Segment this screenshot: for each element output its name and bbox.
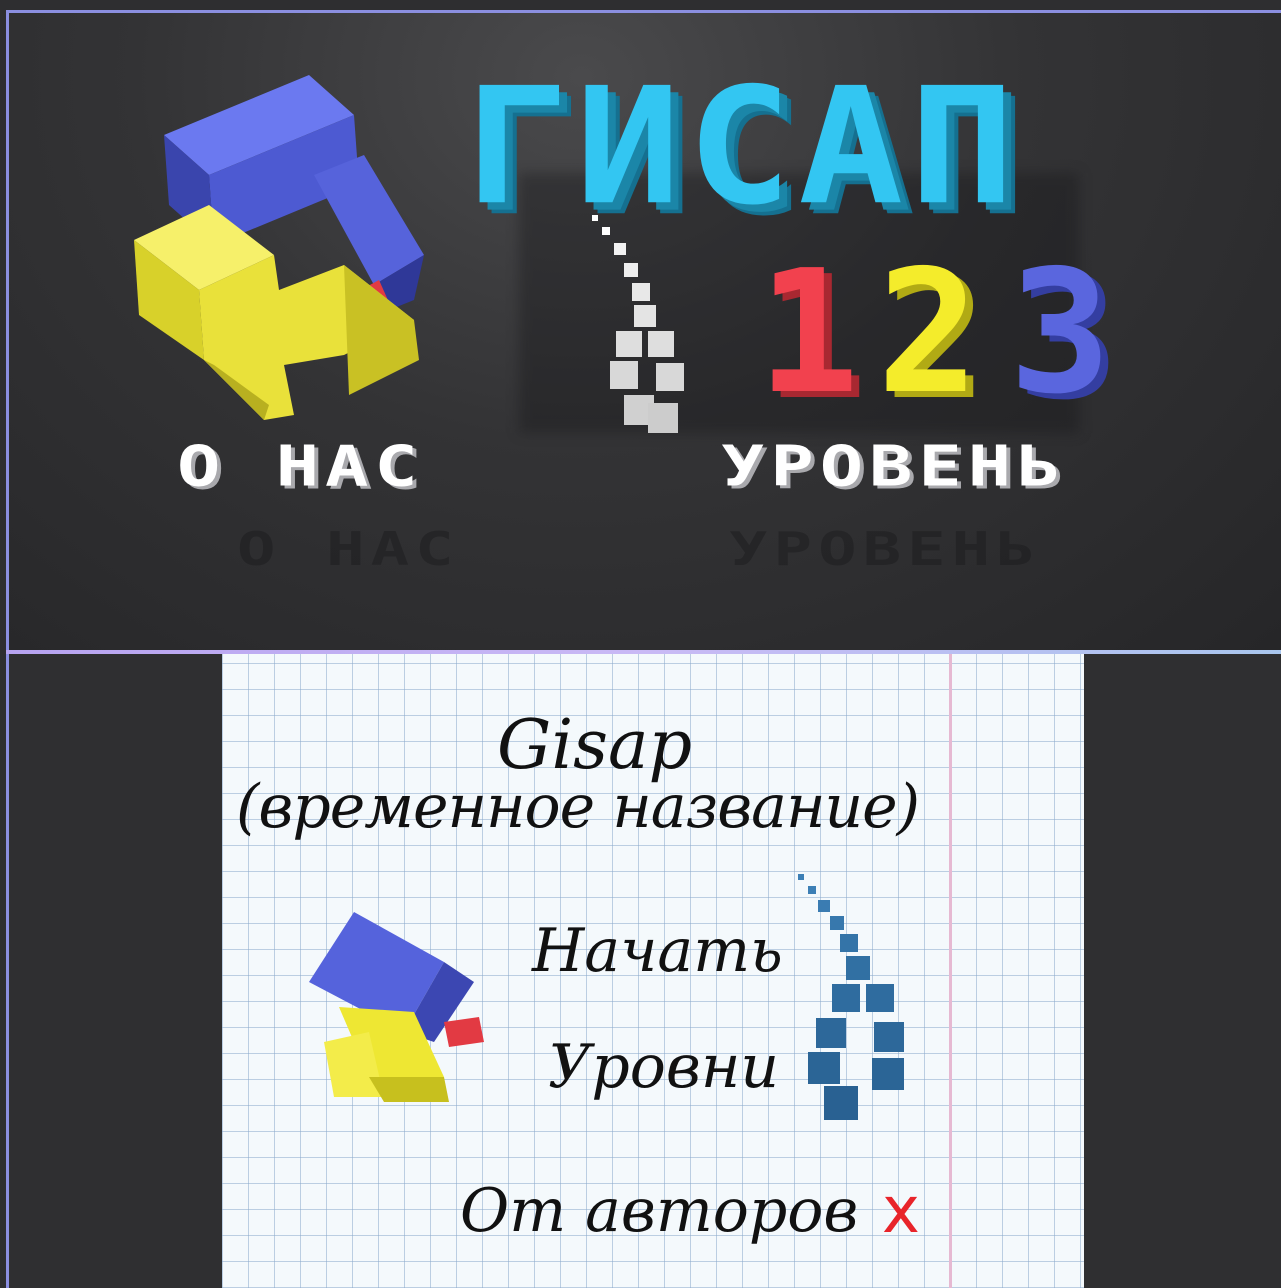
cube-trail-icon: [798, 874, 904, 1120]
notebook-menu-screen: Gisap (временное название) Начать Уровни…: [6, 654, 1281, 1288]
authors-button[interactable]: От авторов: [460, 1176, 858, 1246]
levels-button[interactable]: УРОВЕНЬ: [721, 433, 1066, 499]
levels-label-reflection: УРОВЕНЬ: [729, 523, 1041, 577]
about-button[interactable]: О НАС: [177, 433, 424, 499]
block-puzzle-icon: [134, 75, 424, 420]
temporary-name-note: (временное название): [236, 772, 920, 842]
block-puzzle-icon: [309, 912, 484, 1102]
level-1-button[interactable]: 1: [757, 248, 859, 418]
about-label-reflection: О НАС: [237, 523, 460, 577]
level-2-button[interactable]: 2: [877, 248, 979, 418]
main-menu-screen: О НАС УРОВЕНЬ ГИСАП 1 2 3 О НАС УРОВЕНЬ: [6, 10, 1281, 652]
level-3-button[interactable]: 3: [1009, 248, 1111, 418]
start-button[interactable]: Начать: [532, 916, 783, 986]
game-title: ГИСАП: [464, 54, 1021, 241]
close-button[interactable]: x: [882, 1174, 920, 1248]
notebook-paper: Gisap (временное название) Начать Уровни…: [222, 654, 1084, 1288]
levels-button[interactable]: Уровни: [548, 1032, 779, 1102]
cube-trail-icon: [592, 215, 684, 433]
